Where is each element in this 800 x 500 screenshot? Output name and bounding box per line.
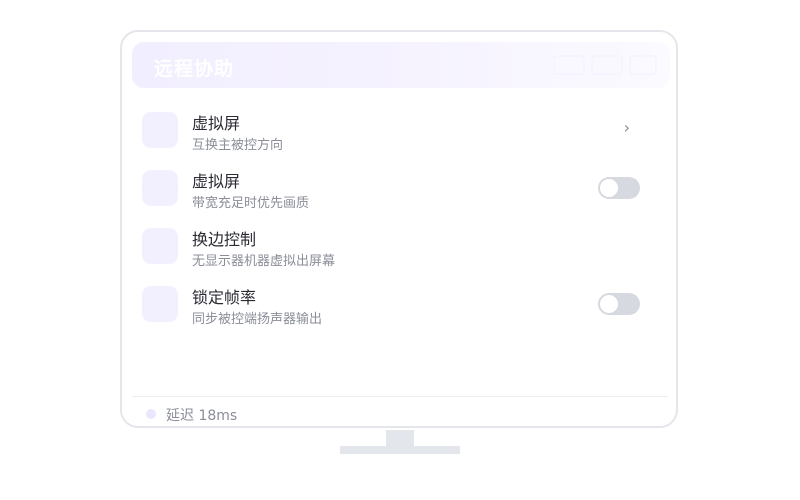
setting-icon <box>142 228 178 264</box>
setting-subtitle: 互换主被控方向 <box>192 138 284 153</box>
toggle-knob <box>600 179 618 197</box>
chevron-right-icon[interactable]: › <box>624 118 630 137</box>
latency-status: 延迟 18ms <box>166 408 238 424</box>
setting-icon <box>142 170 178 206</box>
monitor-stand-base <box>340 446 460 454</box>
setting-row-lock-framerate: 锁定帧率 同步被控端扬声器输出 <box>142 280 640 327</box>
panel-title: 远程协助 <box>154 58 235 80</box>
setting-title: 虚拟屏 <box>192 172 241 191</box>
setting-title: 锁定帧率 <box>192 288 257 307</box>
toggle-knob <box>600 295 618 313</box>
setting-icon <box>142 286 178 322</box>
monitor-stand-neck <box>386 430 414 446</box>
setting-row-switch-control[interactable]: 换边控制 无显示器机器虚拟出屏幕 <box>142 222 640 269</box>
status-dot-icon <box>146 409 156 419</box>
panel-header: 远程协助 <box>132 42 670 88</box>
setting-subtitle: 带宽充足时优先画质 <box>192 196 310 211</box>
setting-row-virtual-screen-quality: 虚拟屏 带宽充足时优先画质 <box>142 164 640 211</box>
footer-divider <box>132 396 668 397</box>
setting-title: 换边控制 <box>192 230 257 249</box>
framerate-toggle[interactable] <box>598 293 640 315</box>
setting-row-virtual-screen-swap[interactable]: 虚拟屏 互换主被控方向 › <box>142 106 640 153</box>
setting-subtitle: 无显示器机器虚拟出屏幕 <box>192 254 336 269</box>
quality-toggle[interactable] <box>598 177 640 199</box>
setting-subtitle: 同步被控端扬声器输出 <box>192 312 323 327</box>
setting-title: 虚拟屏 <box>192 114 241 133</box>
remote-assist-panel: 远程协助 虚拟屏 互换主被控方向 › 虚拟屏 带宽充足时优先画质 换边控制 无显… <box>120 30 678 428</box>
setting-icon <box>142 112 178 148</box>
header-decoration-icon <box>554 55 657 75</box>
